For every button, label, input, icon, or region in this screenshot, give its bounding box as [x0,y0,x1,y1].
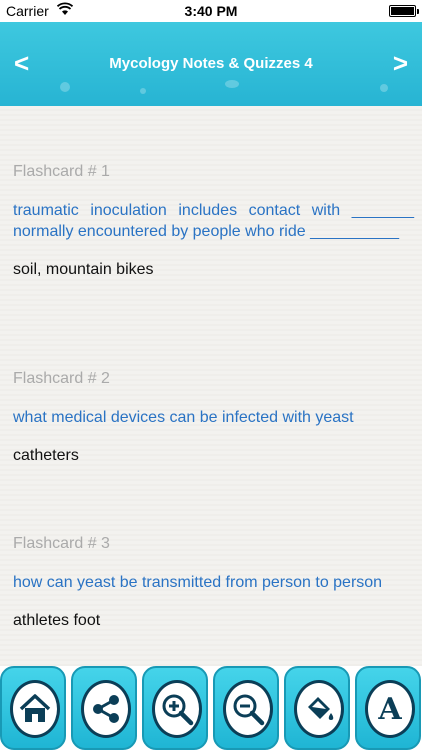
share-icon [81,680,131,738]
status-bar: Carrier 3:40 PM [0,0,422,22]
flashcard: Flashcard # 2 what medical devices can b… [13,370,414,465]
home-button[interactable] [0,666,66,750]
theme-button[interactable] [284,666,350,750]
font-icon-glyph: A [378,691,402,727]
flashcard-question: what medical devices can be infected wit… [13,409,354,426]
flashcard-answer: soil, mountain bikes [13,261,154,278]
nav-bar: < Mycology Notes & Quizzes 4 > [0,22,422,106]
page-title: Mycology Notes & Quizzes 4 [109,55,313,72]
flashcard-label: Flashcard # 2 [13,370,110,387]
map-decoration [60,82,70,92]
flashcard-answer: athletes foot [13,612,101,629]
font-button[interactable]: A [355,666,421,750]
home-icon [10,680,60,738]
flashcard-list[interactable]: Flashcard # 1 traumatic inoculation incl… [0,106,422,666]
paint-bucket-icon [294,680,344,738]
map-decoration [225,80,239,88]
flashcard: Flashcard # 1 traumatic inoculation incl… [13,163,414,279]
zoom-out-button[interactable] [213,666,279,750]
map-decoration [380,84,388,92]
flashcard-label: Flashcard # 3 [13,535,110,552]
flashcard-label: Flashcard # 1 [13,163,110,180]
flashcard: Flashcard # 3 how can yeast be transmitt… [13,535,414,630]
map-decoration [140,88,146,94]
share-button[interactable] [71,666,137,750]
font-icon: A [365,680,415,738]
bottom-toolbar: A [0,666,422,750]
status-time: 3:40 PM [184,3,238,19]
battery-icon [389,5,419,17]
flashcard-answer: catheters [13,447,79,464]
zoom-out-icon [223,680,273,738]
flashcard-question: how can yeast be transmitted from person… [13,574,383,591]
forward-button[interactable]: > [393,48,408,79]
flashcard-question: traumatic inoculation includes contact w… [13,202,414,240]
back-button[interactable]: < [14,48,29,79]
zoom-in-icon [152,680,202,738]
zoom-in-button[interactable] [142,666,208,750]
